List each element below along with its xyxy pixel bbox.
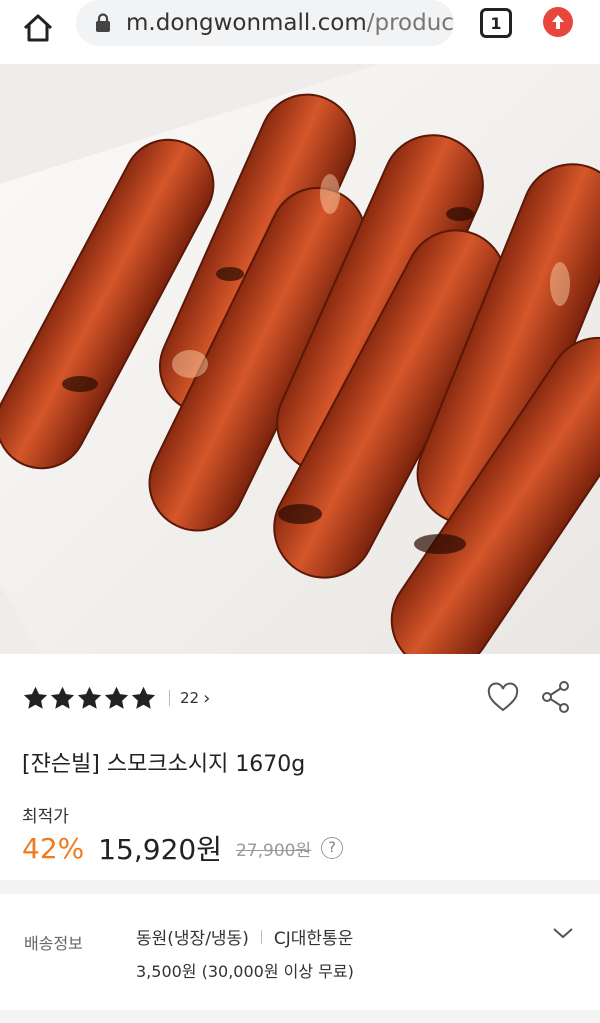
- share-icon[interactable]: [540, 680, 572, 714]
- section-divider: [0, 1010, 600, 1023]
- browser-bar: m.dongwonmall.com/produc 1: [0, 0, 600, 64]
- star-icon: [50, 686, 75, 709]
- shipping-info[interactable]: 배송정보 동원(냉장/냉동) CJ대한통운 3,500원 (30,000원 이상…: [0, 894, 600, 1010]
- shipping-seller-row: 동원(냉장/냉동) CJ대한통운: [136, 924, 353, 949]
- product-title: [쟌슨빌] 스모크소시지 1670g: [22, 752, 306, 777]
- rating-summary[interactable]: 22 ›: [22, 684, 210, 712]
- home-icon[interactable]: [18, 8, 58, 48]
- help-icon[interactable]: ?: [321, 837, 344, 859]
- star-icon: [131, 686, 156, 709]
- star-icon: [104, 686, 129, 709]
- price-row: 42% 15,920원 27,900원 ?: [22, 828, 344, 868]
- upgrade-icon[interactable]: [543, 7, 573, 37]
- url-text: m.dongwonmall.com/produc: [126, 10, 454, 36]
- shipping-label: 배송정보: [24, 934, 83, 953]
- chevron-right-icon: ›: [203, 687, 211, 709]
- star-icon: [23, 686, 48, 709]
- address-bar[interactable]: m.dongwonmall.com/produc: [76, 0, 454, 46]
- tabs-button[interactable]: 1: [480, 8, 512, 38]
- shipping-seller: 동원(냉장/냉동): [136, 929, 249, 949]
- heart-icon[interactable]: [486, 682, 520, 714]
- chevron-down-icon[interactable]: [552, 926, 574, 940]
- review-count: 22: [180, 689, 200, 707]
- shipping-carrier: CJ대한통운: [273, 929, 354, 949]
- divider: [260, 929, 262, 944]
- star-icon: [77, 686, 102, 709]
- original-price: 27,900원: [235, 840, 312, 861]
- lock-icon: [96, 13, 110, 32]
- shipping-fee: 3,500원 (30,000원 이상 무료): [136, 962, 354, 981]
- product-image: [0, 64, 600, 654]
- product-info: 22 › [쟌슨빌] 스모크소시지 1670g 최적가 42% 15,920원 …: [0, 654, 600, 880]
- section-divider: [0, 880, 600, 894]
- lowest-price-label: 최적가: [22, 807, 69, 827]
- sale-price: 15,920원: [98, 833, 222, 866]
- tab-count: 1: [490, 13, 502, 33]
- discount-rate: 42%: [22, 831, 85, 865]
- divider: [169, 690, 170, 706]
